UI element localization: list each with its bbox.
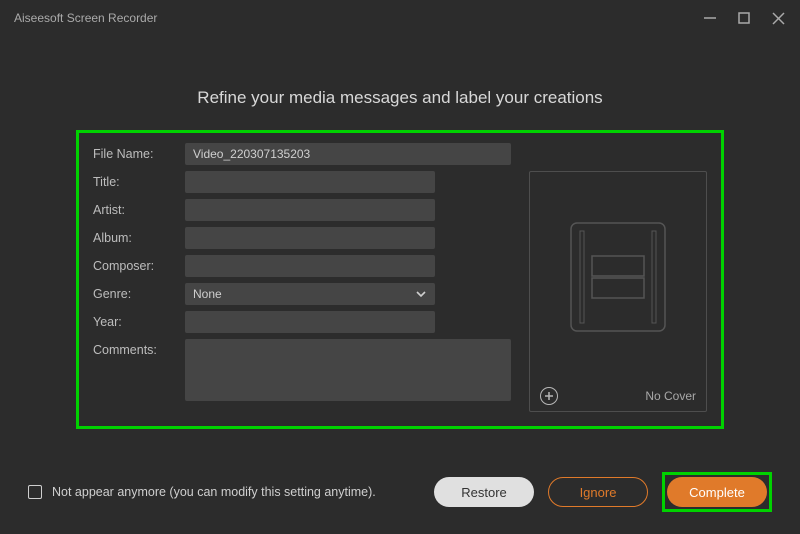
label-composer: Composer: — [93, 255, 185, 277]
input-year[interactable] — [185, 311, 435, 333]
page-title: Refine your media messages and label you… — [0, 88, 800, 108]
cover-box: No Cover — [529, 171, 707, 412]
bottom-bar: Not appear anymore (you can modify this … — [0, 472, 800, 512]
row-album: Album: — [93, 227, 511, 249]
maximize-icon[interactable] — [736, 10, 752, 26]
minimize-icon[interactable] — [702, 10, 718, 26]
input-comments[interactable] — [185, 339, 511, 401]
restore-button[interactable]: Restore — [434, 477, 534, 507]
cover-footer: No Cover — [530, 381, 706, 411]
label-artist: Artist: — [93, 199, 185, 221]
row-artist: Artist: — [93, 199, 511, 221]
row-file-name: File Name: — [93, 143, 511, 165]
label-file-name: File Name: — [93, 143, 185, 165]
chevron-down-icon — [415, 288, 427, 300]
metadata-panel: File Name: Title: Artist: Album: Compose… — [76, 130, 724, 429]
not-appear-checkbox[interactable] — [28, 485, 42, 499]
row-composer: Composer: — [93, 255, 511, 277]
complete-highlight: Complete — [662, 472, 772, 512]
input-title[interactable] — [185, 171, 435, 193]
title-bar: Aiseesoft Screen Recorder — [0, 0, 800, 36]
input-album[interactable] — [185, 227, 435, 249]
input-file-name[interactable] — [185, 143, 511, 165]
not-appear-label: Not appear anymore (you can modify this … — [52, 485, 376, 499]
no-cover-label: No Cover — [645, 389, 696, 403]
input-artist[interactable] — [185, 199, 435, 221]
cover-placeholder-icon — [530, 172, 706, 381]
add-cover-icon[interactable] — [540, 387, 558, 405]
label-genre: Genre: — [93, 283, 185, 305]
label-comments: Comments: — [93, 339, 185, 361]
label-album: Album: — [93, 227, 185, 249]
not-appear-checkbox-row[interactable]: Not appear anymore (you can modify this … — [28, 485, 376, 499]
complete-button[interactable]: Complete — [667, 477, 767, 507]
row-title: Title: — [93, 171, 511, 193]
ignore-button[interactable]: Ignore — [548, 477, 648, 507]
close-icon[interactable] — [770, 10, 786, 26]
input-composer[interactable] — [185, 255, 435, 277]
label-title: Title: — [93, 171, 185, 193]
label-year: Year: — [93, 311, 185, 333]
window-controls — [702, 10, 786, 26]
button-row: Restore Ignore Complete — [434, 472, 772, 512]
select-genre-value: None — [193, 287, 222, 301]
row-comments: Comments: — [93, 339, 511, 406]
row-genre: Genre: None — [93, 283, 511, 305]
fields-column: File Name: Title: Artist: Album: Compose… — [93, 143, 511, 412]
row-year: Year: — [93, 311, 511, 333]
select-genre[interactable]: None — [185, 283, 435, 305]
app-title: Aiseesoft Screen Recorder — [14, 11, 157, 25]
cover-column: No Cover — [529, 143, 707, 412]
